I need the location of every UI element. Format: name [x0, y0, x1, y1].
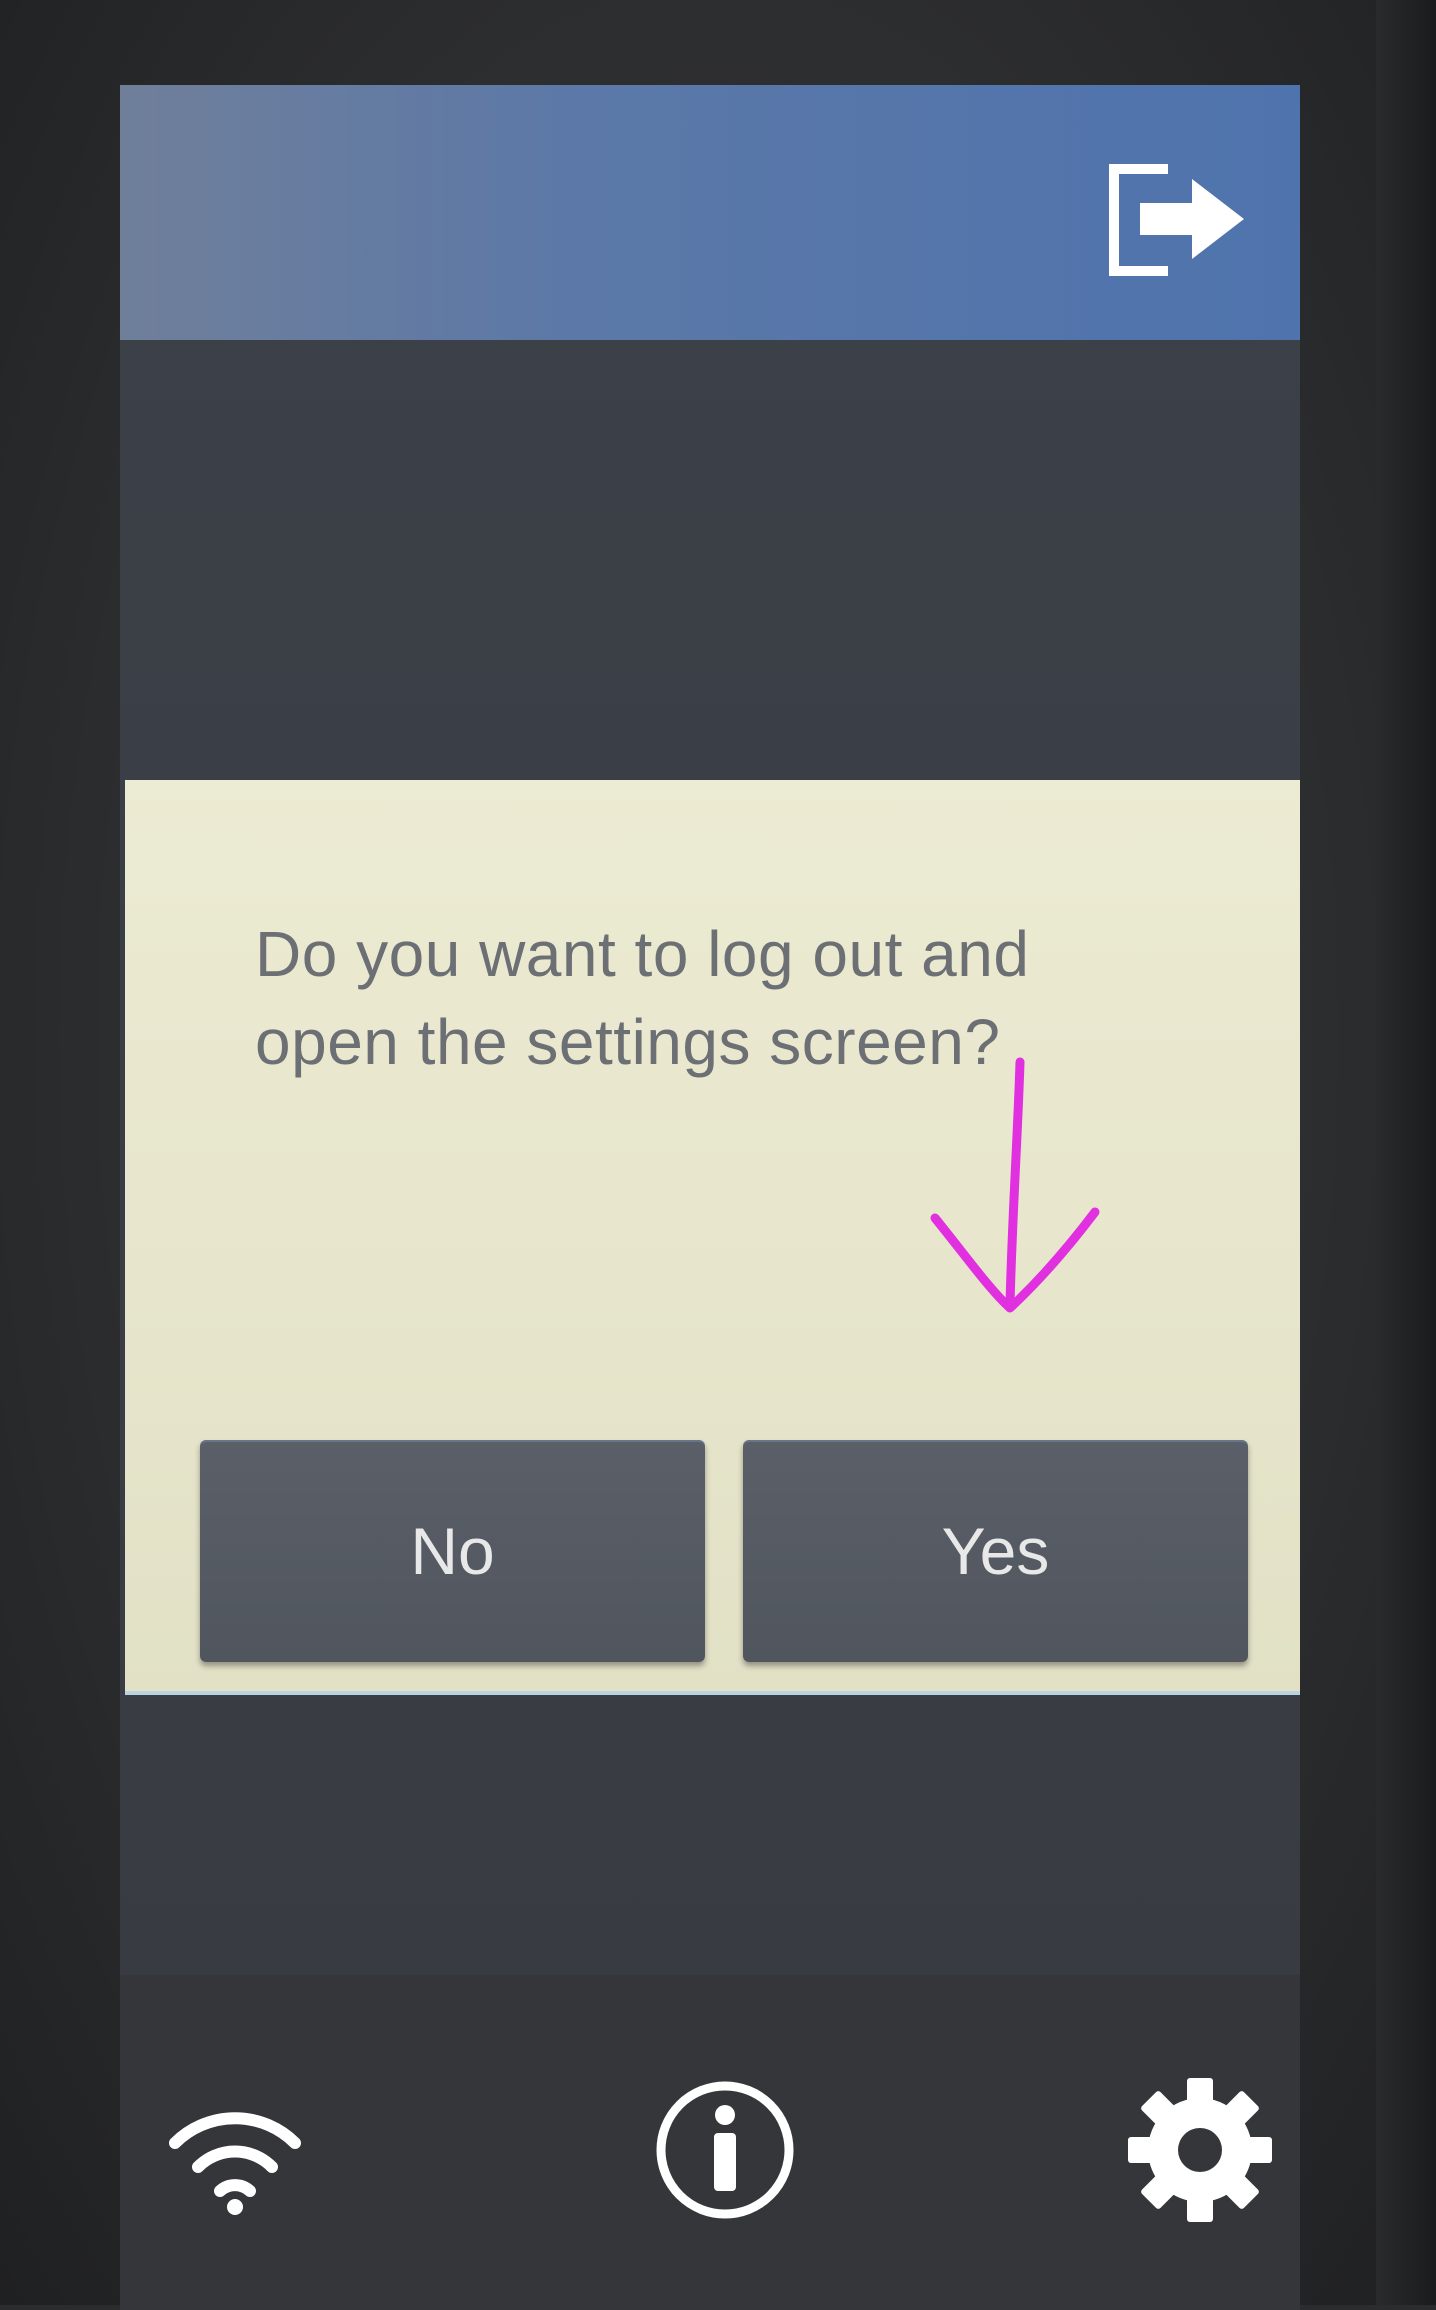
- logout-icon[interactable]: [1100, 155, 1260, 285]
- confirm-dialog: Do you want to log out and open the sett…: [125, 780, 1300, 1695]
- device-bezel: [1376, 0, 1436, 2305]
- wifi-icon[interactable]: [160, 2095, 310, 2215]
- no-button[interactable]: No: [200, 1440, 705, 1662]
- dialog-message: Do you want to log out and open the sett…: [255, 910, 1215, 1086]
- footer-bar: [120, 1975, 1300, 2310]
- gear-icon[interactable]: [1120, 2070, 1280, 2230]
- device-frame: Do you want to log out and open the sett…: [0, 0, 1436, 2310]
- dialog-message-line-1: Do you want to log out and: [255, 918, 1030, 990]
- content-area: Do you want to log out and open the sett…: [120, 340, 1300, 2060]
- info-icon[interactable]: [650, 2075, 800, 2225]
- yes-button[interactable]: Yes: [743, 1440, 1248, 1662]
- dialog-message-line-2: open the settings screen?: [255, 1006, 1001, 1078]
- header-bar: [120, 85, 1300, 340]
- touch-screen: Do you want to log out and open the sett…: [120, 85, 1300, 2310]
